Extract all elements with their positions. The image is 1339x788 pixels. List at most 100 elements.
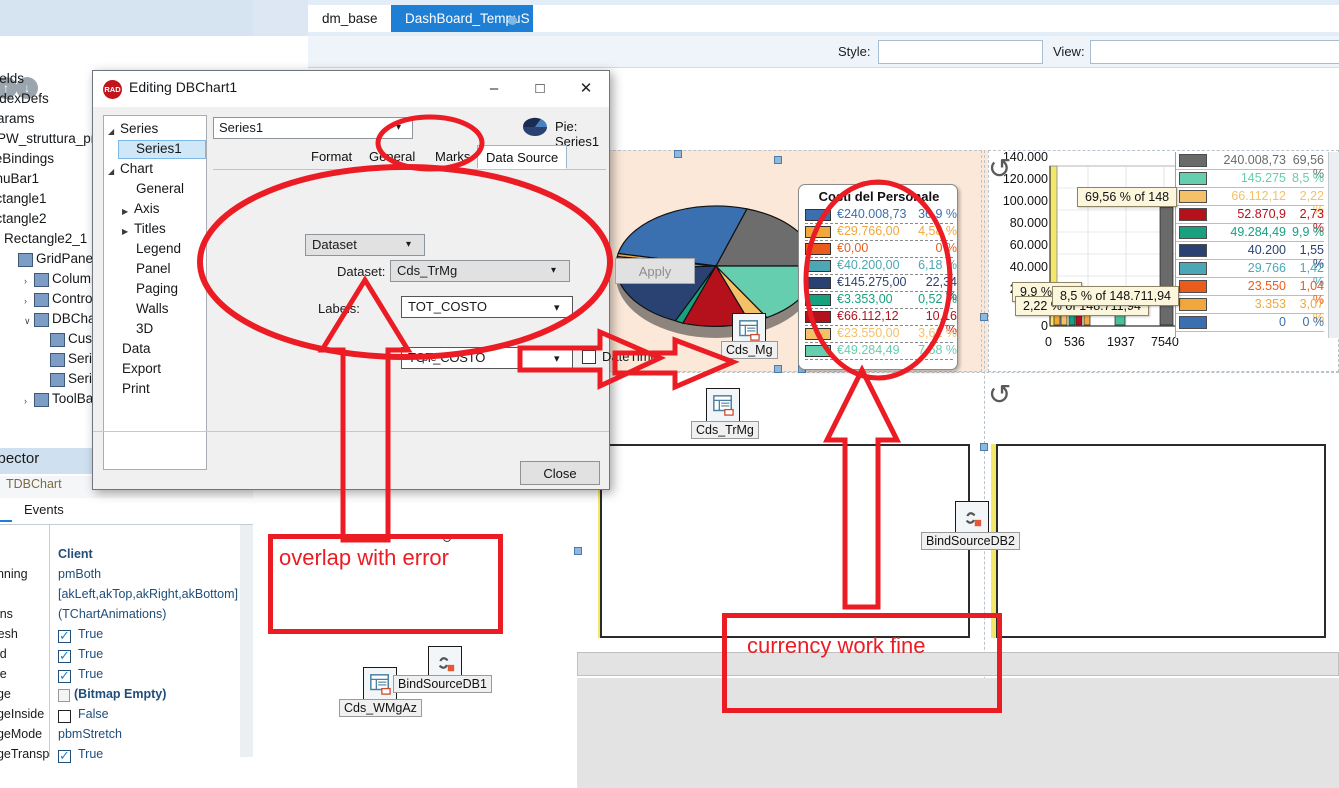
- property-value[interactable]: Client: [58, 547, 93, 561]
- pie-field-value: TOT_COSTO: [408, 350, 486, 365]
- property-checkbox[interactable]: [58, 710, 71, 723]
- dialog-tree-item[interactable]: Walls: [104, 300, 206, 320]
- tree-expander-icon[interactable]: ▶: [122, 207, 128, 216]
- data-grid-row[interactable]: 240.008,73 69,56 %: [1176, 152, 1324, 181]
- data-grid-scrollbar[interactable]: [1328, 152, 1339, 338]
- tab-data-source[interactable]: Data Source: [477, 145, 568, 169]
- property-value[interactable]: False: [78, 707, 109, 721]
- pie-legend-row: €49.284,49 7,58 %: [805, 343, 957, 360]
- property-checkbox[interactable]: [58, 748, 71, 764]
- data-mode-combo[interactable]: Dataset ▾: [305, 234, 425, 256]
- pie-legend-value: €3.353,00: [837, 292, 893, 306]
- bindsource-icon[interactable]: [955, 501, 989, 535]
- property-grid-scrollbar[interactable]: [240, 525, 253, 757]
- selection-handle[interactable]: [674, 150, 682, 158]
- refresh-icon[interactable]: ↺: [988, 152, 1011, 185]
- property-value[interactable]: pmBoth: [58, 567, 101, 581]
- dialog-tree-item[interactable]: 3D: [104, 320, 206, 340]
- tab-format[interactable]: Format: [303, 145, 360, 169]
- tree-expander-icon[interactable]: ∨: [24, 316, 31, 327]
- dialog-tree-item[interactable]: Legend: [104, 240, 206, 260]
- dialog-tree-item[interactable]: Print: [104, 380, 206, 400]
- selection-handle[interactable]: [980, 313, 988, 321]
- grid-divider-horizontal: [577, 372, 1339, 373]
- tree-expander-icon[interactable]: ›: [24, 296, 27, 306]
- data-grid-row[interactable]: 145.275 8,5 %: [1176, 170, 1324, 188]
- editing-dbchart-dialog[interactable]: RAD Editing DBChart1 – □ ✕ ◢ Series Series…: [92, 70, 695, 490]
- component-label: Cds_WMgAz: [339, 699, 422, 717]
- dataset-icon[interactable]: [706, 388, 740, 422]
- property-checkbox[interactable]: [58, 648, 71, 664]
- data-grid-row[interactable]: 49.284,49 9,9 %: [1176, 224, 1324, 242]
- dialog-tree-item[interactable]: Series1: [104, 140, 206, 160]
- property-name: ageTransp: [0, 747, 50, 761]
- property-checkbox[interactable]: [58, 628, 71, 644]
- tree-expander-icon[interactable]: ▶: [122, 227, 128, 236]
- dialog-tree-item[interactable]: Data: [104, 340, 206, 360]
- dialog-nav-tree[interactable]: ◢ Series Series1 ◢ Chart General ▶ Axis ▶ Titles L…: [103, 115, 207, 470]
- tree-expander-icon[interactable]: ◢: [108, 127, 114, 136]
- data-grid-row[interactable]: 40.200 1,55 %: [1176, 242, 1324, 271]
- pie-field-combo[interactable]: TOT_COSTO pie ▾: [401, 347, 573, 369]
- property-value[interactable]: True: [78, 647, 103, 661]
- view-combo[interactable]: Master: [1090, 40, 1339, 64]
- dialog-tree-label: Series1: [136, 141, 182, 156]
- labels-combo[interactable]: TOT_COSTO ▾: [401, 296, 573, 318]
- property-value[interactable]: True: [78, 627, 103, 641]
- data-grid[interactable]: 240.008,73 69,56 % 145.275 8,5 % 66.112,12 2,…: [1175, 152, 1339, 338]
- pie-legend[interactable]: Costi del Personale €240.008,73 36,9 % €29…: [798, 184, 958, 370]
- property-checkbox[interactable]: [58, 668, 71, 684]
- tab-events[interactable]: Events: [24, 502, 64, 517]
- dialog-tree-item[interactable]: ▶ Axis: [104, 200, 206, 220]
- chevron-down-icon: ▾: [406, 239, 412, 250]
- data-grid-row[interactable]: 23.550 1,04 %: [1176, 278, 1324, 307]
- property-value[interactable]: pbmStretch: [58, 727, 122, 741]
- pie-legend-row: €23.550,00 3,62 %: [805, 326, 957, 343]
- tab-marks[interactable]: Marks: [427, 145, 478, 169]
- property-value[interactable]: True: [78, 667, 103, 681]
- maximize-icon[interactable]: □: [517, 71, 563, 107]
- tree-expander-icon[interactable]: ›: [24, 276, 27, 286]
- property-value[interactable]: (TChartAnimations): [58, 607, 166, 621]
- tab-dm-base[interactable]: dm_base: [308, 5, 392, 32]
- apply-button[interactable]: Apply: [615, 258, 695, 284]
- dialog-tree-item[interactable]: Paging: [104, 280, 206, 300]
- selection-handle[interactable]: [774, 365, 782, 373]
- tab-general[interactable]: General: [361, 145, 423, 169]
- selection-handle[interactable]: [574, 547, 582, 555]
- style-combo[interactable]: Windows ▾: [878, 40, 1043, 64]
- data-grid-row[interactable]: 66.112,12 2,22 %: [1176, 188, 1324, 217]
- structure-item-label: ToolBar: [52, 391, 98, 406]
- datetime-checkbox[interactable]: [582, 350, 596, 364]
- dialog-tree-item[interactable]: Panel: [104, 260, 206, 280]
- property-value[interactable]: (Bitmap Empty): [74, 687, 166, 701]
- dataset-icon[interactable]: [363, 667, 397, 701]
- dialog-tree-item[interactable]: ◢ Series: [104, 120, 206, 140]
- design-rectangle-right[interactable]: [996, 444, 1326, 638]
- data-grid-row[interactable]: 52.870,9 2,73 %: [1176, 206, 1324, 235]
- property-value[interactable]: [akLeft,akTop,akRight,akBottom]: [58, 587, 238, 601]
- selection-handle[interactable]: [980, 443, 988, 451]
- pie-legend-percent: 0 %: [935, 241, 957, 255]
- data-grid-row[interactable]: 0 0 %: [1176, 314, 1324, 332]
- dialog-tree-item[interactable]: Export: [104, 360, 206, 380]
- data-grid-row[interactable]: 29.766 1,42 %: [1176, 260, 1324, 289]
- pie-legend-value: €240.008,73: [837, 207, 907, 221]
- refresh-icon[interactable]: ↺: [988, 378, 1011, 411]
- selection-handle[interactable]: [774, 156, 782, 164]
- dataset-combo[interactable]: Cds_TrMg ▾: [390, 260, 570, 282]
- link-icon: [965, 512, 982, 527]
- dialog-tree-item[interactable]: General: [104, 180, 206, 200]
- design-rectangle-left[interactable]: [600, 444, 970, 638]
- minimize-icon[interactable]: –: [471, 71, 517, 107]
- tree-expander-icon[interactable]: ›: [24, 396, 27, 406]
- dialog-tree-item[interactable]: ▶ Titles: [104, 220, 206, 240]
- property-value[interactable]: True: [78, 747, 103, 761]
- dialog-close-button[interactable]: Close: [520, 461, 600, 485]
- tree-expander-icon[interactable]: ◢: [108, 167, 114, 176]
- dialog-tree-item[interactable]: ◢ Chart: [104, 160, 206, 180]
- series-combo[interactable]: Series1 ▾: [213, 117, 413, 139]
- chart-icon: [34, 313, 49, 327]
- close-icon[interactable]: ✕: [563, 71, 609, 107]
- data-grid-row[interactable]: 3.353 3,07 %: [1176, 296, 1324, 325]
